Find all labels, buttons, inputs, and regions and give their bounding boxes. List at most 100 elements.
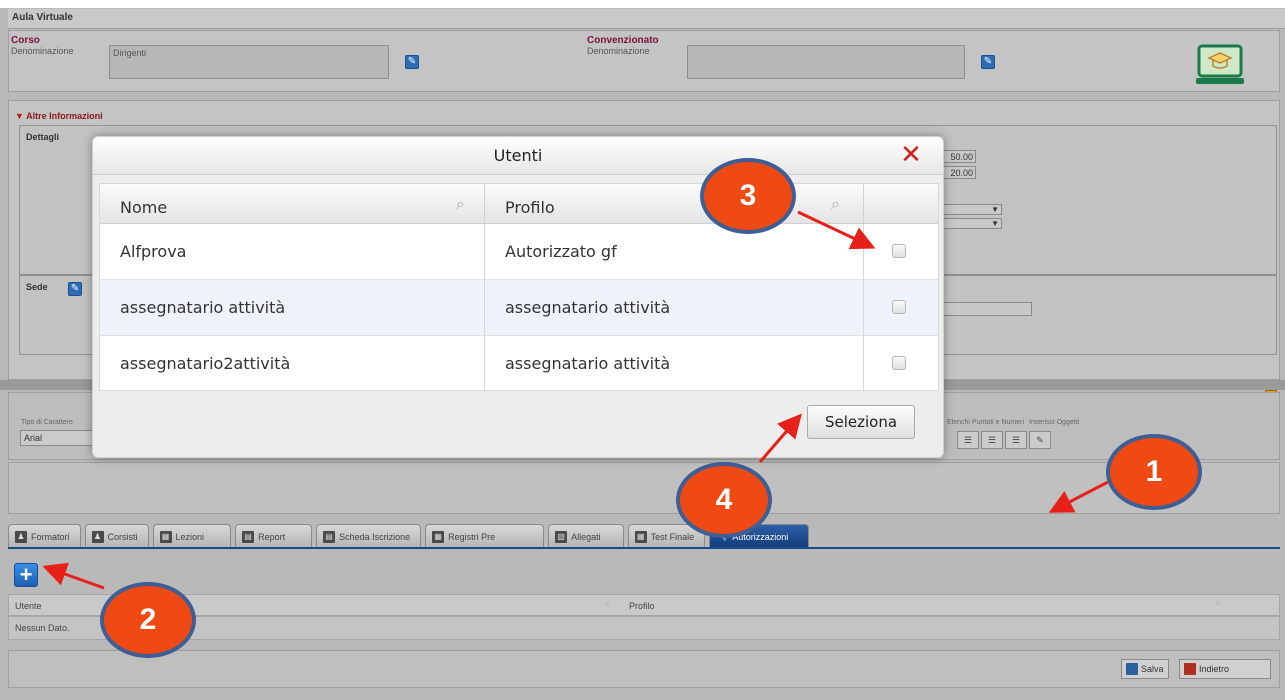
tab-formatori[interactable]: ♟ Formatori <box>8 524 81 548</box>
caret-down-icon: ▼ <box>15 111 24 121</box>
callout-1: 1 <box>1106 434 1202 510</box>
tab-corsisti[interactable]: ♟ Corsisti <box>84 524 149 548</box>
col-utente[interactable]: Utente <box>15 601 42 611</box>
corso-label: Corso <box>11 35 40 46</box>
col-profilo-label: Profilo <box>505 198 555 217</box>
cell-nome: assegnatario2attività <box>120 354 291 373</box>
floppy-icon <box>1126 663 1138 675</box>
tab-allegati[interactable]: ▧ Allegati <box>548 524 624 548</box>
save-button[interactable]: Salva <box>1121 659 1169 679</box>
row-checkbox[interactable] <box>892 244 906 258</box>
altre-informazioni-label: Altre Informazioni <box>26 111 103 121</box>
report-icon: ▤ <box>242 530 255 543</box>
form-icon: ▤ <box>323 530 336 543</box>
search-profilo-icon[interactable]: ⌕ <box>1215 597 1221 610</box>
row-checkbox[interactable] <box>892 356 906 370</box>
tab-label: Allegati <box>571 531 601 542</box>
callout-2: 2 <box>100 582 196 658</box>
top-strip <box>0 0 1285 8</box>
back-label: Indietro <box>1199 664 1230 674</box>
tab-scheda-iscrizione[interactable]: ▤ Scheda Iscrizione <box>316 524 422 548</box>
callout-3: 3 <box>700 158 796 234</box>
convenzionato-denominazione-label: Denominazione <box>587 46 650 56</box>
authorizations-grid-header: Utente ⌕ Profilo ⌕ <box>8 594 1280 616</box>
tab-bar: ♟ Formatori ♟ Corsisti ▦ Lezioni ▤ Report ▤ S… <box>8 524 810 548</box>
cell-divider <box>863 280 864 336</box>
lessons-icon: ▦ <box>159 530 172 543</box>
numbered-list-icon[interactable]: ☰ <box>957 431 979 449</box>
sede-label: Sede <box>26 282 48 292</box>
edit-corso-icon[interactable]: ✎ <box>405 55 419 69</box>
tab-label: Corsisti <box>107 531 138 542</box>
tab-label: Scheda Iscrizione <box>339 531 411 542</box>
arrow-2 <box>42 562 105 590</box>
trainer-icon: ♟ <box>15 530 27 543</box>
course-panel: Corso Denominazione Dirigenti ✎ Convenzi… <box>8 30 1280 92</box>
search-utente-icon[interactable]: ⌕ <box>605 597 611 610</box>
cell-profilo: assegnatario attività <box>505 298 671 317</box>
dialog-title: Utenti <box>493 146 543 165</box>
altre-informazioni-toggle[interactable]: ▼ Altre Informazioni <box>15 111 103 121</box>
col-nome-label: Nome <box>120 198 168 217</box>
tab-label: Lezioni <box>175 531 205 542</box>
select-button[interactable]: Seleziona <box>807 405 915 439</box>
tab-underline <box>8 547 1280 549</box>
tab-report[interactable]: ▤ Report <box>235 524 313 548</box>
bullet-list-icon[interactable]: ☰ <box>981 431 1003 449</box>
col-header-profilo[interactable]: Profilo ⌕ <box>485 184 863 224</box>
back-button[interactable]: Indietro <box>1179 659 1271 679</box>
cell-profilo: Autorizzato gf <box>505 242 617 261</box>
pencil-icon[interactable]: ✎ <box>1029 431 1051 449</box>
row-checkbox[interactable] <box>892 300 906 314</box>
search-profilo-dialog-icon[interactable]: ⌕ <box>831 194 840 214</box>
edit-sede-icon[interactable]: ✎ <box>68 282 82 296</box>
cell-divider <box>863 224 864 280</box>
registry-icon: ▦ <box>432 530 445 543</box>
table-row[interactable]: Alfprova Autorizzato gf <box>100 224 938 280</box>
corso-denominazione-label: Denominazione <box>11 46 74 56</box>
add-authorization-button[interactable]: + <box>14 563 38 587</box>
corso-denominazione-field[interactable]: Dirigenti <box>109 45 389 79</box>
sede-field[interactable] <box>936 302 1032 316</box>
editor-area[interactable] <box>8 462 1280 514</box>
users-dialog: Utenti ✕ Nome ⌕ Profilo ⌕ Alfprova Autor… <box>92 136 944 458</box>
virtual-classroom-monitor-icon <box>1195 40 1245 90</box>
search-nome-icon[interactable]: ⌕ <box>456 194 465 214</box>
tab-label: Test Finale <box>650 531 695 542</box>
font-select[interactable]: Arial <box>20 430 100 446</box>
app-title: Aula Virtuale <box>8 9 1285 29</box>
convenzionato-denominazione-field[interactable] <box>687 45 965 79</box>
back-icon <box>1184 663 1196 675</box>
col-header-select <box>864 184 938 224</box>
cell-nome: assegnatario attività <box>120 298 286 317</box>
close-icon[interactable]: ✕ <box>897 141 925 169</box>
lists-label: Elenchi Puntati e Numeri <box>947 419 1025 426</box>
tab-label: Formatori <box>31 531 70 542</box>
table-row[interactable]: assegnatario attività assegnatario attiv… <box>100 280 938 336</box>
dettagli-label: Dettagli <box>26 132 60 142</box>
table-row[interactable]: assegnatario2attività assegnatario attiv… <box>100 336 938 392</box>
empty-row: Nessun Dato. <box>8 616 1280 640</box>
footer-bar: Salva Indietro <box>8 650 1280 688</box>
tab-registri[interactable]: ▦ Registri Pre <box>425 524 545 548</box>
dropdown-1[interactable]: ▼ <box>936 204 1002 215</box>
callout-4: 4 <box>676 462 772 538</box>
col-header-nome[interactable]: Nome ⌕ <box>100 184 484 224</box>
users-table: Nome ⌕ Profilo ⌕ Alfprova Autorizzato gf… <box>99 183 939 392</box>
cell-divider <box>863 336 864 392</box>
test-icon: ▦ <box>634 530 647 543</box>
col-profilo[interactable]: Profilo <box>629 601 655 611</box>
cell-nome: Alfprova <box>120 242 187 261</box>
font-type-label: Tipo di Carattere <box>21 419 73 426</box>
indent-list-icon[interactable]: ☰ <box>1005 431 1027 449</box>
dropdown-2[interactable]: ▼ <box>936 218 1002 229</box>
insert-objects-label: Inserisci Oggetti <box>1029 419 1080 426</box>
students-icon: ♟ <box>91 530 104 543</box>
tab-label: Report <box>258 531 286 542</box>
attachments-icon: ▧ <box>555 530 568 543</box>
convenzionato-label: Convenzionato <box>587 35 659 46</box>
tab-lezioni[interactable]: ▦ Lezioni <box>152 524 232 548</box>
edit-convenzionato-icon[interactable]: ✎ <box>981 55 995 69</box>
save-label: Salva <box>1141 664 1164 674</box>
cell-profilo: assegnatario attività <box>505 354 671 373</box>
